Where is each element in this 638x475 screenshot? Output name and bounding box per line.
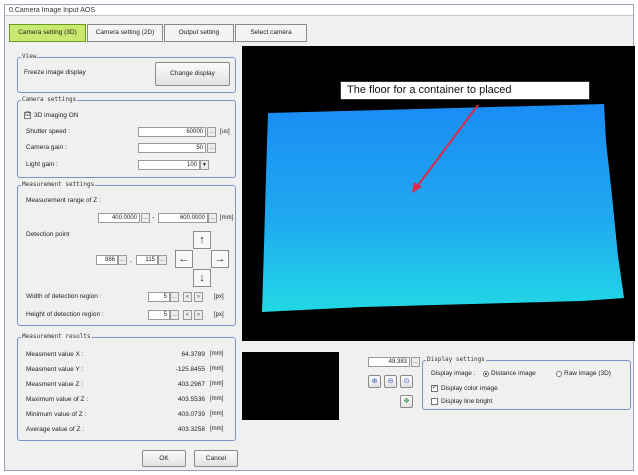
zoom-spin-button[interactable]: …: [411, 357, 420, 367]
view-legend: View: [21, 53, 38, 60]
thumbnail-view[interactable]: [242, 352, 339, 420]
range-min-field[interactable]: 400.0000: [98, 213, 140, 223]
result-unit: [mm]: [210, 396, 224, 402]
range-separator: -: [152, 214, 155, 221]
result-label: Minimum value of Z :: [26, 411, 87, 418]
camera-image-input-window: 0.Camera Image Input AOS Camera setting …: [4, 4, 635, 471]
display-color-checkbox[interactable]: ✓: [431, 385, 438, 392]
width-spin-button[interactable]: …: [170, 292, 179, 302]
height-spin-button[interactable]: …: [170, 310, 179, 320]
range-unit: [mm]: [220, 215, 234, 221]
range-max-spin-button[interactable]: …: [208, 213, 217, 223]
distance-image-label: Distance image: [491, 370, 536, 377]
measurement-settings-panel: Measurement settings Measurement range o…: [17, 181, 236, 326]
range-z-label: Measurement range of Z :: [26, 197, 101, 204]
freeze-image-label: Freeze image display: [24, 69, 86, 76]
change-display-button[interactable]: Change display: [155, 62, 230, 86]
result-unit: [mm]: [210, 426, 224, 432]
shutter-speed-label: Shutter speed :: [26, 128, 71, 135]
shutter-speed-spin-button[interactable]: …: [207, 127, 216, 137]
camera-gain-field[interactable]: 50: [138, 143, 206, 153]
zoom-fit-icon[interactable]: ⊙: [400, 375, 413, 388]
arrow-right-button[interactable]: →: [211, 250, 229, 268]
camera-gain-label: Camera gain :: [26, 144, 67, 151]
move-view-icon[interactable]: ✥: [400, 395, 413, 408]
display-line-bright-checkbox[interactable]: [431, 398, 438, 405]
zoom-in-icon[interactable]: ⊕: [368, 375, 381, 388]
result-unit: [mm]: [210, 381, 224, 387]
result-label: Measment value Z :: [26, 381, 84, 388]
height-region-label: Height of detection region :: [26, 311, 104, 318]
imaging-3d-label: 3D imaging ON: [34, 112, 79, 119]
point-y-spin-button[interactable]: …: [158, 255, 167, 265]
camera-settings-panel: Camera settings ☑ 3D imaging ON Shutter …: [17, 96, 236, 178]
result-label: Measment value Y :: [26, 366, 84, 373]
result-label: Measment value X :: [26, 351, 84, 358]
result-label: Maximum value of Z :: [26, 396, 89, 403]
width-region-label: Width of detection region :: [26, 293, 102, 300]
range-max-field[interactable]: 600.0000: [158, 213, 208, 223]
ok-button[interactable]: OK: [142, 450, 186, 467]
result-value: 403.2967: [177, 381, 205, 388]
result-value: -125.8455: [175, 366, 205, 373]
tab-camera-setting-3d[interactable]: Camera setting (3D): [9, 24, 86, 42]
result-value: 403.3258: [177, 426, 205, 433]
camera-gain-spin-button[interactable]: …: [207, 143, 216, 153]
height-increase-button[interactable]: >: [194, 310, 203, 320]
chevron-down-icon[interactable]: ▼: [200, 160, 209, 170]
point-y-field[interactable]: 115: [136, 255, 158, 265]
distance-image-radio[interactable]: [483, 371, 489, 377]
display-settings-legend: Display settings: [426, 356, 486, 363]
result-unit: [mm]: [210, 351, 224, 357]
zoom-out-icon[interactable]: ⊖: [384, 375, 397, 388]
display-image-label: Display image :: [431, 370, 476, 377]
window-title: 0.Camera Image Input AOS: [5, 5, 633, 16]
height-region-field[interactable]: 5: [148, 310, 170, 320]
shutter-unit: [us]: [220, 129, 230, 135]
display-line-bright-label: Display line bright: [441, 398, 493, 405]
arrow-up-button[interactable]: ↑: [193, 231, 211, 249]
height-decrease-button[interactable]: <: [183, 310, 192, 320]
result-value: 403.0739: [177, 411, 205, 418]
result-unit: [mm]: [210, 411, 224, 417]
light-gain-label: Light gain :: [26, 161, 58, 168]
width-region-field[interactable]: 5: [148, 292, 170, 302]
arrow-down-button[interactable]: ↓: [193, 269, 211, 287]
width-increase-button[interactable]: >: [194, 292, 203, 302]
point-x-field[interactable]: 886: [96, 255, 118, 265]
view-panel: View Freeze image display Change display: [17, 53, 236, 93]
range-min-spin-button[interactable]: …: [141, 213, 150, 223]
tab-output-setting[interactable]: Output setting: [164, 24, 234, 42]
result-value: 64.3789: [181, 351, 206, 358]
measurement-results-panel: Measurement results Measment value X : 6…: [17, 333, 236, 441]
tab-select-camera[interactable]: Select camera: [235, 24, 307, 42]
height-unit: [px]: [214, 312, 224, 318]
point-separator: ,: [130, 257, 132, 264]
display-color-label: Display color image: [441, 385, 498, 392]
light-gain-select[interactable]: 100: [138, 160, 200, 170]
measurement-settings-legend: Measurement settings: [21, 181, 96, 188]
detection-point-label: Detection point: [26, 231, 70, 238]
display-settings-panel: Display settings Display image : Distanc…: [422, 356, 631, 410]
point-x-spin-button[interactable]: …: [118, 255, 127, 265]
result-value: 403.5536: [177, 396, 205, 403]
annotation-label: The floor for a container to placed: [340, 81, 590, 100]
shutter-speed-field[interactable]: 60000: [138, 127, 206, 137]
result-label: Average value of Z :: [26, 426, 85, 433]
width-unit: [px]: [214, 294, 224, 300]
imaging-3d-checkbox[interactable]: ☑: [24, 112, 31, 119]
width-decrease-button[interactable]: <: [183, 292, 192, 302]
result-unit: [mm]: [210, 366, 224, 372]
zoom-field[interactable]: 49.383: [368, 357, 410, 367]
raw-image-radio[interactable]: [556, 371, 562, 377]
arrow-left-button[interactable]: ←: [175, 250, 193, 268]
image-view[interactable]: The floor for a container to placed: [242, 46, 635, 341]
raw-image-label: Raw image (3D): [564, 370, 611, 377]
tab-camera-setting-2d[interactable]: Camera setting (2D): [87, 24, 163, 42]
measurement-results-legend: Measurement results: [21, 333, 92, 340]
cancel-button[interactable]: Cancel: [194, 450, 238, 467]
camera-settings-legend: Camera settings: [21, 96, 78, 103]
